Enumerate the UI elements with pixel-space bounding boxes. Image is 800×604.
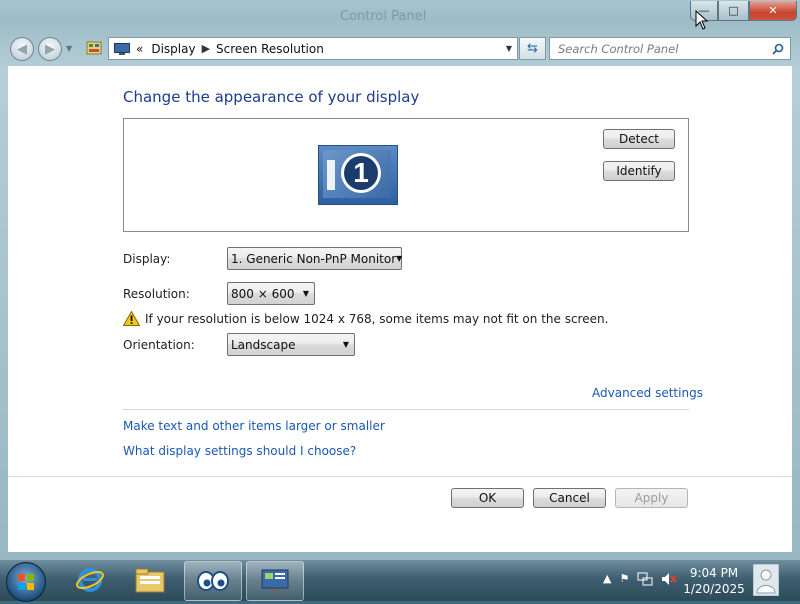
- warning-icon: [123, 311, 140, 326]
- windows-explorer-taskbar-button[interactable]: [122, 561, 178, 599]
- apply-button[interactable]: Apply: [615, 488, 688, 508]
- forward-arrow-icon: ▶: [45, 41, 55, 57]
- maximize-button[interactable]: □: [718, 1, 749, 21]
- resolution-select[interactable]: 800 × 600 ▼: [227, 282, 315, 305]
- clock-date: 1/20/2025: [683, 582, 745, 596]
- orientation-select-value: Landscape: [231, 337, 296, 352]
- back-arrow-icon: ◀: [17, 41, 27, 57]
- cancel-button[interactable]: Cancel: [533, 488, 606, 508]
- breadcrumb-overflow[interactable]: «: [136, 42, 143, 56]
- user-icon: [753, 564, 779, 596]
- display-label: Display:: [123, 252, 171, 266]
- windows-logo-icon: [18, 574, 34, 590]
- monitor-number: 1: [344, 156, 378, 190]
- start-orb[interactable]: [6, 562, 46, 602]
- display-select[interactable]: 1. Generic Non-PnP Monitor ▼: [227, 247, 402, 270]
- divider: [123, 409, 689, 410]
- network-icon[interactable]: [637, 572, 653, 586]
- search-box[interactable]: [549, 37, 791, 60]
- control-panel-display-icon: [261, 569, 289, 593]
- recent-pages-dropdown[interactable]: ▼: [66, 44, 72, 53]
- resolution-label: Resolution:: [123, 287, 190, 301]
- display-preview-panel: 1 Detect Identify: [123, 118, 689, 232]
- identify-button[interactable]: Identify: [603, 161, 675, 181]
- monitor-icon: [114, 42, 130, 55]
- refresh-icon: ⇆: [527, 41, 538, 56]
- control-panel-icon: [86, 41, 102, 55]
- eyes-app-icon: [197, 571, 229, 591]
- breadcrumb-screen-resolution[interactable]: Screen Resolution: [216, 42, 324, 56]
- monitor-screen: 1: [323, 150, 391, 198]
- resolution-warning: If your resolution is below 1024 x 768, …: [123, 311, 608, 326]
- close-button[interactable]: ✕: [749, 1, 797, 21]
- show-hidden-icons-icon[interactable]: ▲: [603, 572, 611, 586]
- footer-divider: [8, 476, 792, 477]
- refresh-button[interactable]: ⇆: [519, 37, 546, 60]
- monitor-number-badge: 1: [341, 153, 381, 193]
- system-tray: ▲ ⚑: [603, 572, 678, 586]
- content-pane: Change the appearance of your display 1 …: [8, 66, 792, 552]
- internet-explorer-taskbar-button[interactable]: [62, 561, 118, 599]
- address-dropdown-icon[interactable]: ▼: [506, 44, 512, 53]
- warning-text: If your resolution is below 1024 x 768, …: [145, 311, 609, 326]
- chevron-down-icon: ▼: [302, 289, 309, 298]
- taskbar: ▲ ⚑ 9:04 PM 1/20/2025: [0, 559, 800, 602]
- advanced-settings-link[interactable]: Advanced settings: [592, 386, 703, 400]
- orientation-select[interactable]: Landscape ▼: [227, 333, 355, 356]
- detect-button[interactable]: Detect: [603, 129, 675, 149]
- orientation-label: Orientation:: [123, 338, 195, 352]
- resolution-select-value: 800 × 600: [231, 286, 295, 301]
- text-size-link[interactable]: Make text and other items larger or smal…: [123, 419, 385, 433]
- address-bar[interactable]: « Display ▶ Screen Resolution ▼: [108, 37, 518, 60]
- monitor-sidebar: [327, 160, 335, 190]
- breadcrumb-display[interactable]: Display: [151, 42, 195, 56]
- window-frame: Control Panel — □ ✕ ◀ ▶ ▼ « Display ▶ Sc…: [0, 0, 800, 559]
- user-account-button[interactable]: [748, 562, 784, 598]
- internet-explorer-icon: [76, 568, 104, 592]
- display-select-value: 1. Generic Non-PnP Monitor: [231, 251, 397, 266]
- page-title: Change the appearance of your display: [123, 88, 420, 106]
- back-button[interactable]: ◀: [10, 37, 34, 61]
- control-panel-taskbar-button[interactable]: [246, 561, 304, 601]
- clock-time: 9:04 PM: [689, 566, 739, 580]
- breadcrumb-separator-icon[interactable]: ▶: [202, 42, 210, 55]
- search-icon[interactable]: [772, 43, 784, 55]
- action-center-flag-icon[interactable]: ⚑: [619, 572, 629, 586]
- window-title: Control Panel: [340, 9, 427, 24]
- display-help-link[interactable]: What display settings should I choose?: [123, 444, 356, 458]
- taskbar-clock[interactable]: 9:04 PM 1/20/2025: [675, 565, 753, 597]
- chevron-down-icon: ▼: [342, 340, 349, 349]
- mouse-cursor-icon: [695, 10, 709, 30]
- forward-button[interactable]: ▶: [38, 37, 62, 61]
- eyes-app-taskbar-button[interactable]: [184, 561, 242, 601]
- chevron-down-icon: ▼: [396, 254, 403, 263]
- windows-explorer-icon: [135, 568, 165, 593]
- search-input[interactable]: [556, 40, 770, 57]
- ok-button[interactable]: OK: [451, 488, 524, 508]
- monitor-1-thumbnail[interactable]: 1: [318, 145, 398, 205]
